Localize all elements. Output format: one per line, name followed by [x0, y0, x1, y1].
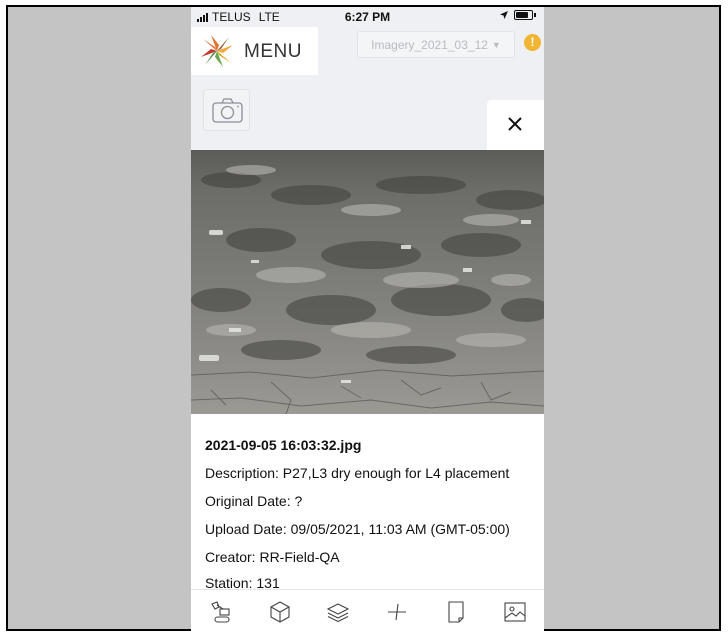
imagery-dropdown-value: Imagery_2021_03_12: [371, 37, 488, 52]
phone-screen: TELUS LTE 6:27 PM MENU Imagery_2021_03_1…: [191, 7, 544, 632]
bottom-toolbar: [191, 589, 544, 632]
photo-filename: 2021-09-05 16:03:32.jpg: [205, 437, 362, 453]
alert-icon[interactable]: !: [524, 34, 541, 51]
camera-icon: [212, 98, 243, 123]
photo-upload-date: Upload Date: 09/05/2021, 11:03 AM (GMT-0…: [205, 521, 510, 537]
camera-button[interactable]: [203, 89, 250, 131]
image-icon[interactable]: [503, 600, 527, 624]
battery-icon: [514, 10, 533, 20]
photo-details-panel: 2021-09-05 16:03:32.jpg Description: P27…: [191, 414, 544, 591]
clock: 6:27 PM: [344, 10, 391, 24]
cube-icon[interactable]: [268, 600, 292, 624]
excavator-icon[interactable]: [209, 600, 233, 624]
status-bar: TELUS LTE 6:27 PM: [191, 7, 544, 27]
location-arrow-icon: [500, 11, 508, 19]
field-photo: [191, 150, 544, 414]
app-logo-icon: [201, 35, 233, 67]
layers-icon[interactable]: [326, 600, 350, 624]
photo-description: Description: P27,L3 dry enough for L4 pl…: [205, 465, 510, 481]
menu-label: MENU: [244, 41, 302, 62]
imagery-dropdown[interactable]: Imagery_2021_03_12 ▼: [357, 31, 515, 58]
photo-original-date: Original Date: ?: [205, 493, 303, 509]
photo-creator: Creator: RR-Field-QA: [205, 549, 340, 565]
close-button[interactable]: [487, 100, 544, 150]
close-icon: [508, 117, 522, 131]
crosshair-icon[interactable]: [385, 600, 409, 624]
caret-down-icon: ▼: [491, 39, 501, 50]
document-icon[interactable]: [444, 600, 468, 624]
menu-button[interactable]: MENU: [191, 27, 318, 75]
